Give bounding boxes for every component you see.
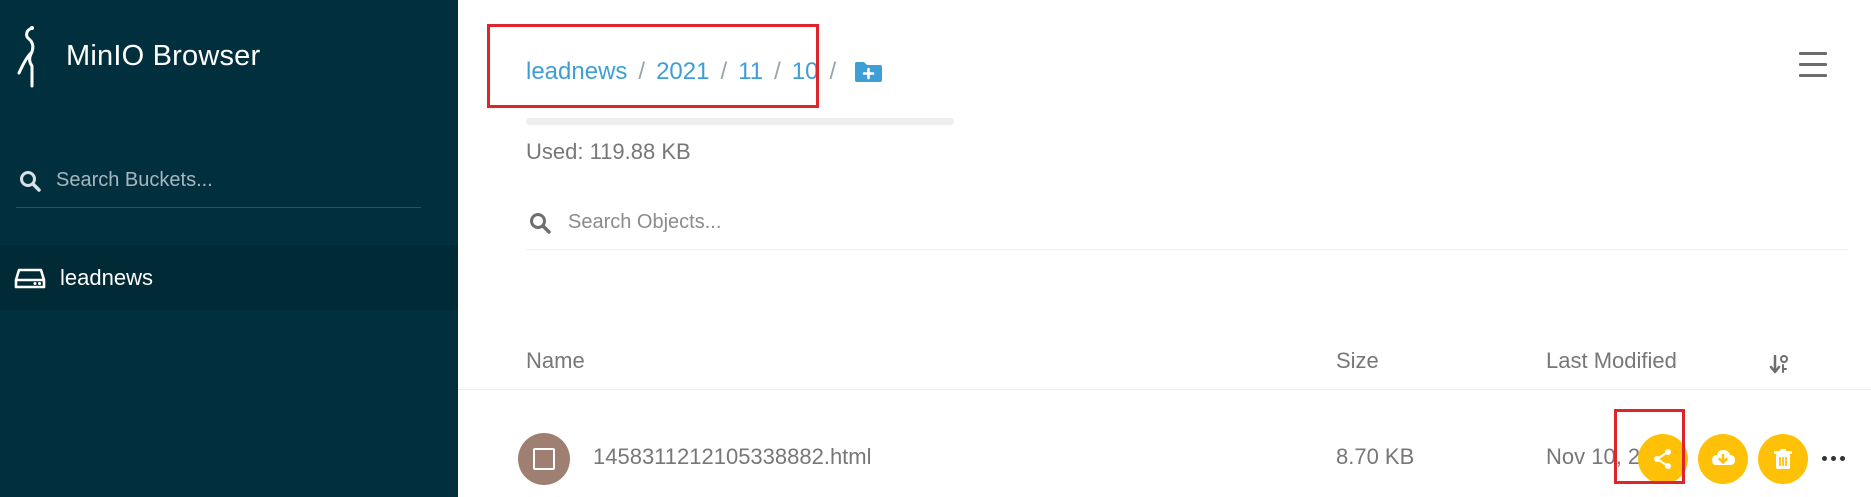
search-icon <box>20 170 41 192</box>
folder-plus-icon[interactable] <box>853 60 884 84</box>
menu-line <box>1799 63 1827 66</box>
breadcrumb-month-link[interactable]: 11 <box>738 58 763 86</box>
bucket-label: leadnews <box>60 264 153 290</box>
minio-browser-window: MinIO Browser leadnews leadnews / 2021 / <box>0 0 1871 497</box>
delete-button[interactable] <box>1758 434 1808 484</box>
objects-table-header: Name Size Last Modified <box>458 336 1871 390</box>
breadcrumb-day-link[interactable]: 10 <box>792 58 819 86</box>
object-search-input[interactable] <box>566 207 1166 238</box>
app-title: MinIO Browser <box>66 39 261 72</box>
object-search <box>526 196 1848 250</box>
search-icon <box>530 212 551 234</box>
trash-icon <box>1774 449 1792 469</box>
bucket-item-leadnews[interactable]: leadnews <box>0 245 458 310</box>
more-dot <box>1840 456 1845 461</box>
breadcrumb-separator: / <box>774 58 781 85</box>
file-size: 8.70 KB <box>1336 444 1415 469</box>
storage-usage-bar <box>526 118 954 125</box>
breadcrumb-separator: / <box>720 58 728 85</box>
bucket-search <box>16 154 421 208</box>
storage-used-text: Used: 119.88 KB <box>526 139 691 164</box>
menu-line <box>1799 74 1827 77</box>
brand: MinIO Browser <box>14 24 260 88</box>
breadcrumb: leadnews / 2021 / 11 / 10 / <box>526 54 884 90</box>
cloud-download-icon <box>1712 450 1735 465</box>
breadcrumb-separator: / <box>638 58 646 85</box>
breadcrumb-bucket-link[interactable]: leadnews <box>526 58 627 86</box>
size-column-header[interactable]: Size <box>1336 348 1379 374</box>
share-button[interactable] <box>1638 434 1688 484</box>
hamburger-menu-icon[interactable] <box>1799 52 1827 78</box>
sort-icon[interactable] <box>1768 352 1792 376</box>
more-horizontal-icon[interactable] <box>1820 450 1848 468</box>
sidebar: MinIO Browser leadnews <box>0 0 458 497</box>
minio-logo-icon <box>17 26 35 88</box>
breadcrumb-separator: / <box>829 58 837 85</box>
more-dot <box>1822 456 1827 461</box>
last-modified-column-header[interactable]: Last Modified <box>1546 348 1677 374</box>
share-icon <box>1654 449 1671 469</box>
bucket-search-input[interactable] <box>54 165 384 196</box>
file-icon <box>518 433 570 485</box>
menu-line <box>1799 52 1827 55</box>
download-button[interactable] <box>1698 434 1748 484</box>
name-column-header[interactable]: Name <box>526 348 585 374</box>
breadcrumb-year-link[interactable]: 2021 <box>656 58 709 86</box>
file-last-modified: Nov 10, 2 <box>1546 444 1641 469</box>
object-row[interactable]: 1458311212105338882.html 8.70 KB Nov 10,… <box>458 430 1871 488</box>
more-dot <box>1831 456 1836 461</box>
drive-icon <box>14 268 46 288</box>
main-panel: leadnews / 2021 / 11 / 10 / Used: 119.88… <box>458 0 1871 497</box>
file-name[interactable]: 1458311212105338882.html <box>593 444 872 470</box>
file-square-icon <box>533 448 555 470</box>
